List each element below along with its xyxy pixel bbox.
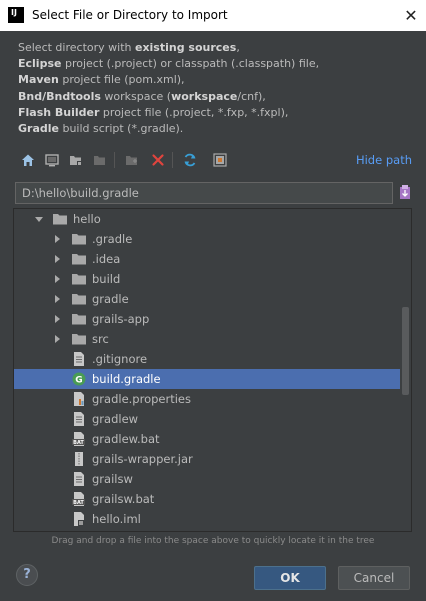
text-file-icon: [71, 351, 87, 367]
tree-item-label: build.gradle: [92, 372, 161, 386]
scrollbar-thumb[interactable]: [402, 307, 409, 395]
tree-row-file[interactable]: gradlew: [14, 409, 402, 429]
tree-row-file[interactable]: grailsw: [14, 469, 402, 489]
tree-row-folder[interactable]: grails-app: [14, 309, 402, 329]
tree-item-label: .idea: [92, 252, 121, 266]
chooser-toolbar: Hide path: [16, 150, 412, 170]
bat-file-icon: BAT: [71, 491, 87, 507]
ok-button[interactable]: OK: [254, 566, 326, 590]
tree-item-label: .gitignore: [92, 352, 148, 366]
tree-item-label: gradlew: [92, 412, 139, 426]
svg-text:BAT: BAT: [73, 500, 84, 506]
description-line: Maven project file (pom.xml),: [18, 73, 185, 87]
title-bar: IJ Select File or Directory to Import ✕: [0, 0, 426, 31]
description-line: Gradle build script (*.gradle).: [18, 122, 184, 136]
jar-file-icon: [71, 451, 87, 467]
svg-text:BAT: BAT: [73, 440, 84, 446]
show-hidden-files-icon[interactable]: [210, 150, 230, 170]
tree-item-label: build: [92, 272, 121, 286]
tree-row-file[interactable]: .gitignore: [14, 349, 402, 369]
expand-arrow-right-icon[interactable]: [55, 315, 60, 323]
file-tree[interactable]: hello.iml BAT grailsw.bat grailsw grails-wra…: [13, 208, 412, 532]
svg-text:G: G: [75, 376, 82, 386]
expand-arrow-right-icon[interactable]: [55, 255, 60, 263]
tree-item-label: gradle: [92, 292, 129, 306]
delete-icon[interactable]: [148, 150, 168, 170]
bat-file-icon: BAT: [71, 431, 87, 447]
toolbar-separator: [172, 152, 173, 168]
tree-item-label: src: [92, 332, 109, 346]
text-file-icon: [71, 411, 87, 427]
tree-item-label: hello: [73, 212, 101, 226]
folder-icon: [71, 331, 87, 347]
new-folder-icon[interactable]: [122, 150, 142, 170]
properties-file-icon: [71, 391, 87, 407]
folder-icon: [71, 311, 87, 327]
intellij-app-icon: IJ: [8, 7, 24, 23]
desktop-icon[interactable]: [42, 150, 62, 170]
folder-icon: [71, 231, 87, 247]
home-icon[interactable]: [18, 150, 38, 170]
tree-row-folder[interactable]: .gradle: [14, 229, 402, 249]
tree-row-folder[interactable]: src: [14, 329, 402, 349]
folder-icon: [71, 291, 87, 307]
tree-row-file[interactable]: BAT grailsw.bat: [14, 489, 402, 509]
project-folder-icon[interactable]: [66, 150, 86, 170]
tree-scrollbar[interactable]: [400, 209, 411, 531]
tree-item-label: gradle.properties: [92, 392, 191, 406]
tree-row-folder[interactable]: .idea: [14, 249, 402, 269]
iml-file-icon: [71, 511, 87, 527]
path-history-icon[interactable]: [398, 183, 412, 201]
drag-drop-hint: Drag and drop a file into the space abov…: [51, 536, 375, 546]
expand-arrow-down-icon[interactable]: [35, 217, 43, 222]
description-line: Select directory with existing sources,: [18, 41, 240, 54]
expand-arrow-right-icon[interactable]: [55, 235, 60, 243]
close-icon[interactable]: ✕: [396, 0, 426, 31]
tree-item-label: hello.iml: [92, 512, 141, 526]
tree-row-folder[interactable]: gradle: [14, 289, 402, 309]
tree-item-label: grails-wrapper.jar: [92, 452, 193, 466]
import-description: Select directory with existing sources, …: [18, 40, 319, 137]
path-input[interactable]: [15, 182, 393, 204]
expand-arrow-right-icon[interactable]: [55, 335, 60, 343]
refresh-icon[interactable]: [180, 150, 200, 170]
hide-path-link[interactable]: Hide path: [356, 153, 412, 167]
tree-item-label: .gradle: [92, 232, 133, 246]
tree-item-label: grailsw: [92, 472, 133, 486]
description-line: Flash Builder project file (.project, *.…: [18, 105, 289, 119]
tree-row-file[interactable]: hello.iml: [14, 509, 402, 529]
description-line: Eclipse project (.project) or classpath …: [18, 57, 320, 71]
tree-item-label: gradlew.bat: [92, 432, 160, 446]
text-file-icon: [71, 471, 87, 487]
description-line: Bnd/Bndtools workspace (workspace/cnf),: [18, 89, 266, 103]
cancel-button[interactable]: Cancel: [338, 566, 410, 590]
tree-row-file[interactable]: gradle.properties: [14, 389, 402, 409]
tree-row-folder[interactable]: build: [14, 269, 402, 289]
folder-icon: [71, 271, 87, 287]
folder-icon: [52, 211, 68, 227]
toolbar-separator: [114, 152, 115, 168]
expand-arrow-right-icon[interactable]: [55, 295, 60, 303]
tree-row-hello[interactable]: hello: [14, 209, 402, 229]
tree-item-label: grailsw.bat: [92, 492, 155, 506]
help-button[interactable]: ?: [16, 564, 38, 586]
tree-row-file[interactable]: grails-wrapper.jar: [14, 449, 402, 469]
tree-item-label: grails-app: [92, 312, 150, 326]
module-folder-icon[interactable]: [90, 150, 110, 170]
expand-arrow-right-icon[interactable]: [55, 275, 60, 283]
window-title: Select File or Directory to Import: [32, 8, 228, 22]
tree-row-file[interactable]: Gbuild.gradle: [14, 369, 402, 389]
gradle-file-icon: G: [71, 371, 87, 387]
tree-row-file[interactable]: BAT gradlew.bat: [14, 429, 402, 449]
folder-icon: [71, 251, 87, 267]
